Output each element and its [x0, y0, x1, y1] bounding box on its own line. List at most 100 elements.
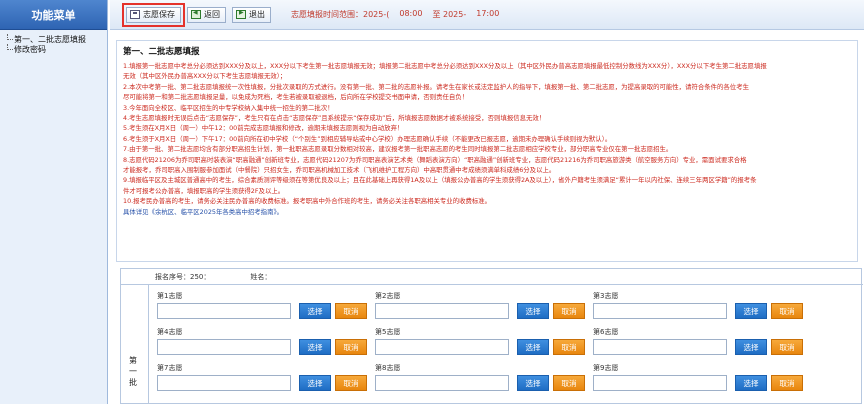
- sidebar-item-volunteer-filling[interactable]: 第一、二批志愿填报: [4, 34, 107, 44]
- sidebar-item-change-password[interactable]: 修改密码: [4, 44, 107, 54]
- batch-column: 第一批: [121, 285, 149, 404]
- save-icon: [130, 10, 140, 19]
- cancel-button[interactable]: 取消: [771, 375, 803, 391]
- notice-line: 10.报考民办普高的考生，请务必关注民办普高的收费标准。报考职高中外合作班的考生…: [123, 197, 492, 206]
- cancel-button[interactable]: 取消: [553, 303, 585, 319]
- exit-icon: [236, 9, 246, 19]
- notice-line: 具体详见《余杭区、临平区2025年各类高中招考指南》。: [123, 207, 284, 216]
- cancel-button[interactable]: 取消: [335, 339, 367, 355]
- save-button[interactable]: 志愿保存: [122, 2, 185, 27]
- volunteer-input[interactable]: [157, 375, 291, 391]
- cancel-button[interactable]: 取消: [771, 339, 803, 355]
- volunteer-slot: 第1志愿选择 取消: [157, 291, 371, 325]
- select-button[interactable]: 选择: [735, 303, 767, 319]
- volunteer-slot: 第5志愿选择 取消: [375, 327, 589, 361]
- time-start: 08:00: [399, 9, 423, 18]
- volunteer-slot-label: 第1志愿: [157, 292, 183, 300]
- app-frame: 功能菜单 第一、二批志愿填报 修改密码 志愿保存 返回 退出: [0, 0, 864, 404]
- volunteer-slot: 第6志愿选择 取消: [593, 327, 807, 361]
- volunteer-slot-controls: 选择 取消: [375, 303, 589, 319]
- volunteer-slot: 第4志愿选择 取消: [157, 327, 371, 361]
- serial-label: 报名序号：250: [155, 272, 204, 281]
- select-button[interactable]: 选择: [299, 339, 331, 355]
- volunteer-slot: 第3志愿选择 取消: [593, 291, 807, 325]
- notice-line: 6.考生须于X月X日（周一）下午17：00前向所在初中学校（“个别生”到相应辅导…: [123, 134, 612, 143]
- volunteer-input[interactable]: [157, 303, 291, 319]
- select-button[interactable]: 选择: [517, 339, 549, 355]
- volunteer-slot: 第2志愿选择 取消: [375, 291, 589, 325]
- volunteer-input[interactable]: [593, 375, 727, 391]
- volunteer-slot-controls: 选择 取消: [593, 375, 807, 391]
- volunteer-input[interactable]: [375, 339, 509, 355]
- volunteer-input[interactable]: [593, 339, 727, 355]
- tree-branch-icon: [4, 34, 14, 44]
- volunteer-slot-controls: 选择 取消: [593, 339, 807, 355]
- volunteer-slot: 第8志愿选择 取消: [375, 363, 589, 397]
- cancel-button[interactable]: 取消: [335, 303, 367, 319]
- notice-line: 8.志愿代码21206为乔司职高时装表演“职高融通”创新班专业，志愿代码2120…: [123, 155, 747, 164]
- select-button[interactable]: 选择: [517, 303, 549, 319]
- notice-line: 3.今年面向全校区、临平区招生的中专学校纳入集中统一招生的第二批次！: [123, 103, 334, 112]
- cancel-button[interactable]: 取消: [335, 375, 367, 391]
- cancel-button[interactable]: 取消: [553, 375, 585, 391]
- volunteer-slot-controls: 选择 取消: [157, 303, 371, 319]
- back-button[interactable]: 返回: [187, 6, 226, 23]
- time-range-text: 志愿填报时间范围：2025-( 08:00 至 2025- 17:00: [291, 9, 499, 20]
- select-button[interactable]: 选择: [735, 375, 767, 391]
- volunteer-slot-label: 第9志愿: [593, 364, 619, 372]
- sidebar: 功能菜单 第一、二批志愿填报 修改密码: [0, 0, 108, 404]
- notice-line: 才能报考，乔司职高入围制服参加面试（中餐院）只招女生，乔司职高机械加工技术（飞机…: [123, 166, 556, 175]
- volunteer-input[interactable]: [157, 339, 291, 355]
- select-button[interactable]: 选择: [299, 303, 331, 319]
- volunteer-slot-controls: 选择 取消: [375, 375, 589, 391]
- time-to: 至 2025-: [432, 10, 467, 19]
- volunteer-slot-label: 第5志愿: [375, 328, 401, 336]
- notice-line: 5.考生须在X月X日（周一）中午12：00前完成志愿填报和修改，逾期未填报志愿则…: [123, 124, 404, 133]
- student-info-row: 报名序号：250： 姓名：: [121, 269, 863, 285]
- exit-button[interactable]: 退出: [232, 6, 271, 23]
- notice-lines: 1.填报第一批志愿中考总分必须达到XXX分及以上，XXX分以下考生第一批志愿填报…: [123, 61, 851, 217]
- cancel-button[interactable]: 取消: [553, 339, 585, 355]
- volunteer-form: 报名序号：250： 姓名： 第一批 第1志愿 选择 取消 第2志愿 选择 取消 第3志愿 选择…: [120, 268, 863, 404]
- notice-line: 无效（其中区外民办普高XXX分以下考生志愿填报无效）；: [123, 72, 287, 81]
- volunteer-slot-label: 第8志愿: [375, 364, 401, 372]
- notice-line: 4.考生志愿填报时无误后点击“志愿保存”，考生只有在点击“志愿保存”且系统提示“…: [123, 114, 546, 123]
- notice-line: 2.本次中考第一批、第二批志愿填报统一次性填报，分批次录取的方式进行。没有第一批…: [123, 82, 749, 91]
- select-button[interactable]: 选择: [299, 375, 331, 391]
- volunteer-slot-controls: 选择 取消: [593, 303, 807, 319]
- volunteer-slot-label: 第3志愿: [593, 292, 619, 300]
- notice-line: 尽可能将第一和第二批志愿填报足量，以免成为死档，考生若被录取被退档，后向所在学校…: [123, 93, 469, 102]
- select-button[interactable]: 选择: [517, 375, 549, 391]
- main-area: 志愿保存 返回 退出 志愿填报时间范围：2025-( 08:00 至 2025-…: [110, 0, 864, 404]
- back-button-label: 返回: [204, 10, 220, 19]
- time-range-prefix: 志愿填报时间范围：2025-(: [291, 10, 390, 19]
- volunteer-slot: 第7志愿选择 取消: [157, 363, 371, 397]
- volunteer-slot-label: 第7志愿: [157, 364, 183, 372]
- select-button[interactable]: 选择: [735, 339, 767, 355]
- tree-branch-icon: [4, 44, 14, 54]
- volunteer-slot-label: 第2志愿: [375, 292, 401, 300]
- volunteer-input[interactable]: [375, 303, 509, 319]
- toolbar: 志愿保存 返回 退出 志愿填报时间范围：2025-( 08:00 至 2025-…: [110, 0, 864, 30]
- batch-label: 第一批: [129, 356, 137, 387]
- volunteer-input[interactable]: [593, 303, 727, 319]
- notice-panel: 第一、二批志愿填报 1.填报第一批志愿中考总分必须达到XXX分及以上，XXX分以…: [116, 40, 858, 262]
- student-name-label: 姓名：: [250, 272, 272, 281]
- volunteer-slot-controls: 选择 取消: [157, 339, 371, 355]
- sidebar-title: 功能菜单: [0, 0, 107, 30]
- volunteer-slot: 第9志愿选择 取消: [593, 363, 807, 397]
- notice-line: 件才可报考公办普高，填报职高的学生须获得2F及以上。: [123, 186, 285, 195]
- notice-line: 1.填报第一批志愿中考总分必须达到XXX分及以上，XXX分以下考生第一批志愿填报…: [123, 62, 767, 70]
- cancel-button[interactable]: 取消: [771, 303, 803, 319]
- volunteer-input[interactable]: [375, 375, 509, 391]
- back-icon: [191, 9, 201, 19]
- sidebar-item-label: 修改密码: [14, 44, 46, 54]
- serial-number: 报名序号：250：: [155, 272, 210, 282]
- volunteer-slot-label: 第4志愿: [157, 328, 183, 336]
- volunteer-slot-label: 第6志愿: [593, 328, 619, 336]
- save-button-label: 志愿保存: [143, 10, 175, 19]
- volunteer-slot-controls: 选择 取消: [375, 339, 589, 355]
- time-end: 17:00: [476, 9, 500, 18]
- sidebar-list: 第一、二批志愿填报 修改密码: [0, 30, 107, 54]
- serial-sep: ：: [203, 272, 211, 281]
